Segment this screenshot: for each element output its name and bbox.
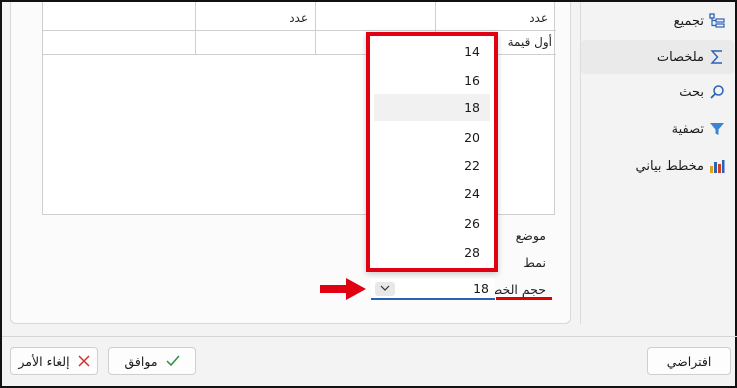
style-label: نمط: [523, 255, 546, 270]
ok-button[interactable]: موافق: [108, 347, 196, 375]
sidebar-item-filter[interactable]: تصفية: [581, 112, 734, 146]
sidebar-nav: تجميع ملخصات بحث تصفية مخطط بياني: [580, 2, 734, 324]
close-icon: [78, 355, 90, 367]
ok-button-label: موافق: [124, 353, 158, 369]
footer-divider: [2, 336, 737, 337]
dropdown-option[interactable]: 22: [374, 152, 490, 179]
filter-icon: [708, 120, 726, 138]
dropdown-option[interactable]: 16: [374, 67, 490, 94]
default-button[interactable]: افتراضي: [647, 347, 731, 375]
sidebar-item-search[interactable]: بحث: [581, 75, 734, 109]
cancel-button-label: إلغاء الأمر: [18, 353, 70, 369]
sidebar-item-label: ملخصات: [656, 49, 704, 65]
font-size-dropdown-list[interactable]: 14 16 18 20 22 24 26 28: [366, 32, 498, 272]
highlight-underline: [496, 297, 552, 300]
grid-header-cell: عدد: [289, 11, 308, 25]
cancel-button[interactable]: إلغاء الأمر: [10, 347, 98, 375]
dropdown-option[interactable]: 28: [374, 239, 490, 266]
font-size-value: 18: [473, 281, 489, 296]
font-size-label: حجم الخط: [490, 282, 546, 297]
sidebar-item-label: بحث: [679, 84, 704, 100]
search-icon: [708, 83, 726, 101]
sidebar-item-summaries[interactable]: ملخصات: [581, 40, 734, 74]
dropdown-option[interactable]: 24: [374, 180, 490, 207]
position-label: موضع: [515, 228, 546, 243]
sidebar-item-label: تجميع: [673, 13, 704, 29]
default-button-label: افتراضي: [666, 353, 712, 369]
font-size-select[interactable]: 18: [371, 278, 495, 300]
grid-row-label: أول قيمة: [507, 35, 552, 49]
sidebar-item-chart[interactable]: مخطط بياني: [581, 149, 734, 183]
chevron-down-icon[interactable]: [375, 282, 395, 296]
sidebar-item-label: تصفية: [671, 121, 704, 137]
arrow-right-icon: [320, 278, 366, 300]
dialog-window: عدد عدد أول قيمة موضع نمط حجم الخط 18 14…: [0, 0, 737, 388]
sigma-icon: [708, 48, 726, 66]
dropdown-option[interactable]: 20: [374, 124, 490, 151]
sidebar-item-label: مخطط بياني: [635, 158, 704, 174]
checkmark-icon: [165, 355, 180, 367]
bar-chart-icon: [708, 157, 726, 175]
dropdown-option-selected[interactable]: 18: [374, 94, 490, 121]
dropdown-option[interactable]: 26: [374, 210, 490, 237]
dropdown-option[interactable]: 14: [374, 38, 490, 65]
grouping-icon: [708, 12, 726, 30]
grid-header-cell: عدد: [529, 11, 548, 25]
sidebar-item-grouping[interactable]: تجميع: [581, 4, 734, 38]
